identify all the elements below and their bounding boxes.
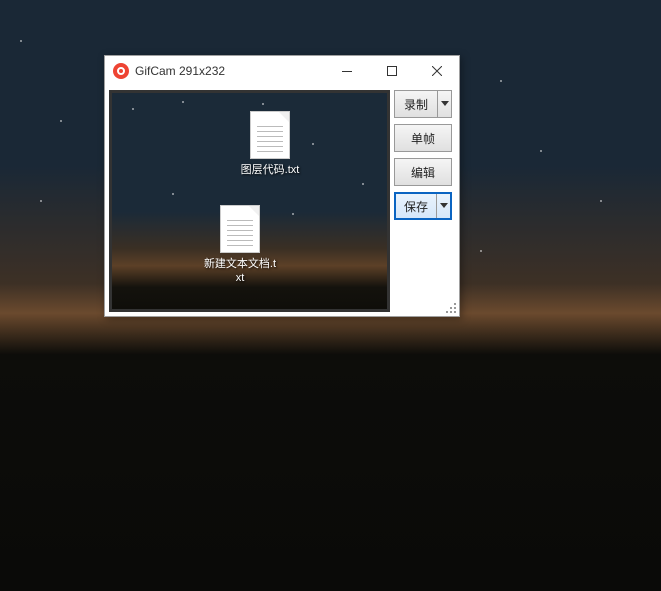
record-button[interactable]: 录制 [394,90,452,118]
edit-button[interactable]: 编辑 [394,158,452,186]
maximize-button[interactable] [369,56,414,86]
save-label: 保存 [404,198,428,215]
text-file-icon [250,111,290,159]
close-icon [432,66,442,76]
resize-grip[interactable] [442,299,456,313]
record-label: 录制 [404,96,428,113]
record-dropdown[interactable] [437,91,451,117]
frame-label: 单帧 [411,130,435,147]
save-dropdown[interactable] [436,194,450,218]
frame-button[interactable]: 单帧 [394,124,452,152]
app-icon [113,63,129,79]
window-title: GifCam 291x232 [135,64,324,78]
desktop-file[interactable]: 新建文本文档.txt [202,205,278,286]
minimize-button[interactable] [324,56,369,86]
file-label: 新建文本文档.txt [202,257,278,286]
gifcam-window: GifCam 291x232 图层代码.txt [104,55,460,317]
save-button[interactable]: 保存 [394,192,452,220]
capture-viewport: 图层代码.txt 新建文本文档.txt [109,90,390,312]
chevron-down-icon [441,101,449,107]
minimize-icon [342,71,352,72]
titlebar[interactable]: GifCam 291x232 [105,56,459,86]
desktop-file[interactable]: 图层代码.txt [232,111,308,177]
close-button[interactable] [414,56,459,86]
file-label: 图层代码.txt [232,163,308,177]
sidebar: 录制 单帧 编辑 保存 [394,90,452,312]
edit-label: 编辑 [411,164,435,181]
maximize-icon [387,66,397,76]
text-file-icon [220,205,260,253]
chevron-down-icon [440,203,448,209]
